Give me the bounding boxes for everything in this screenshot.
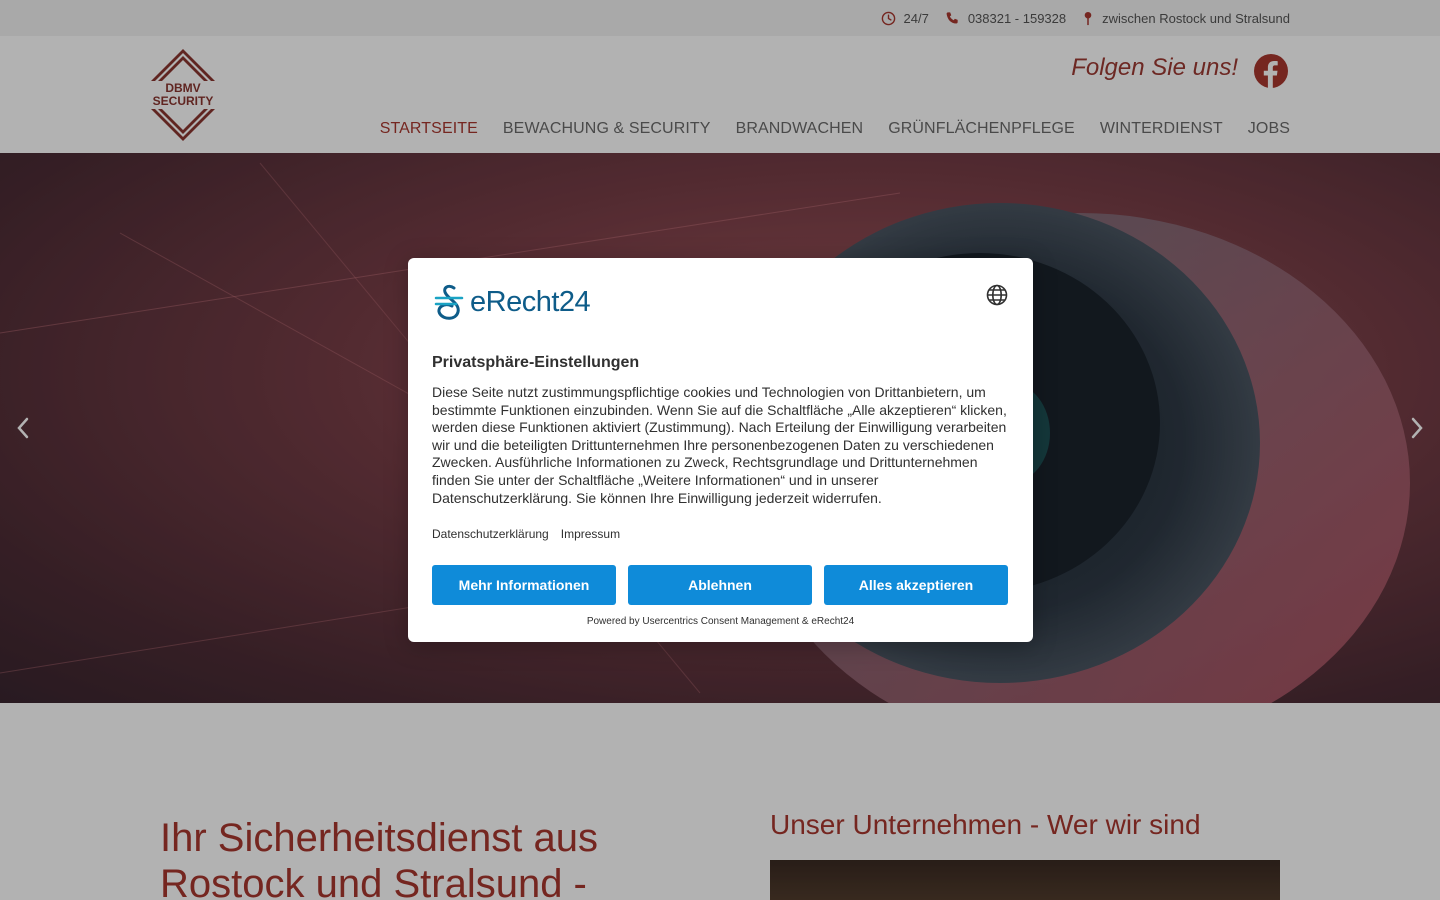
consent-buttons: Mehr Informationen Ablehnen Alles akzept… bbox=[432, 565, 1008, 605]
globe-icon[interactable] bbox=[985, 283, 1009, 307]
privacy-policy-link[interactable]: Datenschutzerklärung bbox=[432, 527, 549, 541]
erecht24-logo: eRecht24 bbox=[432, 282, 591, 322]
erecht24-symbol-icon bbox=[434, 284, 464, 320]
consent-title: Privatsphäre-Einstellungen bbox=[432, 354, 640, 371]
accept-all-button[interactable]: Alles akzeptieren bbox=[824, 565, 1008, 605]
consent-description: Diese Seite nutzt zustimmungspflichtige … bbox=[432, 384, 1007, 506]
more-information-button[interactable]: Mehr Informationen bbox=[432, 565, 616, 605]
brand-name: eRecht24 bbox=[470, 285, 591, 318]
consent-dialog: eRecht24 Privatsphäre-Einstellungen Dies… bbox=[408, 258, 1033, 642]
powered-by-text: Powered by Usercentrics Consent Manageme… bbox=[586, 616, 855, 627]
imprint-link[interactable]: Impressum bbox=[561, 527, 620, 541]
consent-links: Datenschutzerklärung Impressum bbox=[432, 527, 620, 541]
deny-button[interactable]: Ablehnen bbox=[628, 565, 812, 605]
